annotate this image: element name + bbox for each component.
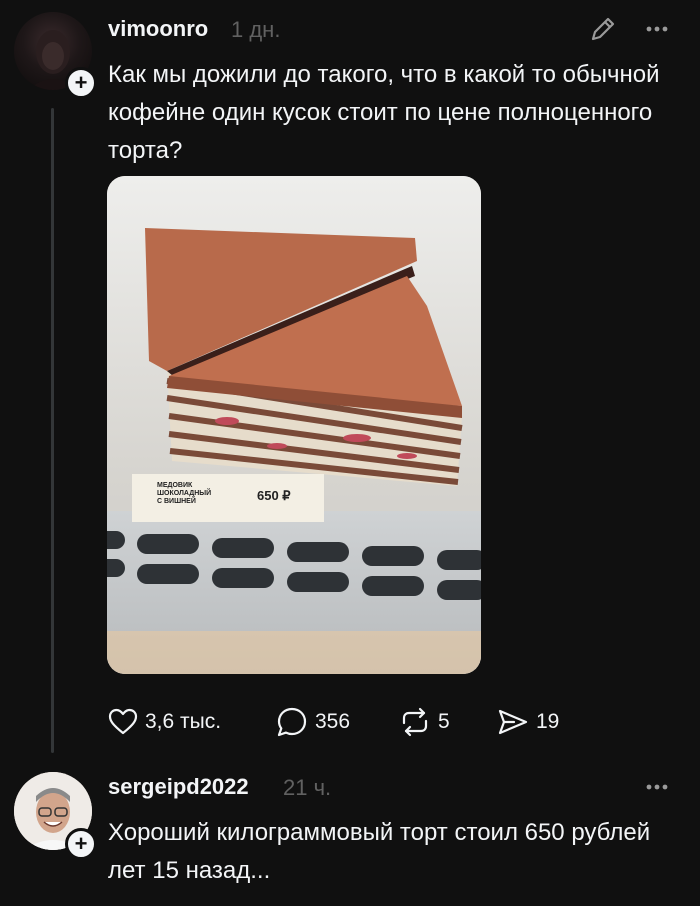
reply-text: Хороший килограммовый торт стоил 650 руб…: [108, 819, 651, 884]
likes-count: 3,6 тыс.: [145, 710, 222, 733]
price-label-line: ШОКОЛАДНЫЙ: [157, 488, 211, 497]
heart-icon: [108, 708, 138, 735]
like-button[interactable]: 3,6 тыс.: [107, 704, 221, 740]
price-label-line: МЕДОВИК: [157, 482, 193, 489]
action-bar: 3,6 тыс. 356 5 19: [0, 704, 700, 740]
comment-icon: [277, 707, 307, 737]
reposts-count: 5: [438, 710, 450, 733]
repost-button[interactable]: 5: [398, 704, 450, 740]
post-username[interactable]: vimoonro: [108, 16, 208, 42]
reply-time: 21 ч.: [283, 775, 332, 800]
edit-icon[interactable]: [588, 14, 618, 49]
price-text: 650 ₽: [257, 488, 291, 503]
replies-count: 356: [315, 710, 351, 733]
post-photo[interactable]: МЕДОВИК ШОКОЛАДНЫЙ С ВИШНЕЙ 650 ₽: [107, 176, 481, 674]
shares-count: 19: [536, 710, 560, 733]
more-icon[interactable]: [642, 772, 672, 807]
reply-button[interactable]: 356: [275, 704, 350, 740]
price-label-line: С ВИШНЕЙ: [157, 496, 196, 505]
share-icon: [498, 709, 528, 735]
follow-plus-icon[interactable]: +: [65, 67, 97, 99]
thread-line: [51, 108, 54, 753]
post-time: 1 дн.: [231, 17, 281, 42]
follow-plus-icon[interactable]: +: [65, 828, 97, 860]
repost-icon: [402, 707, 428, 737]
reply-username[interactable]: sergeipd2022: [108, 774, 249, 800]
more-icon[interactable]: [642, 14, 672, 49]
post-text: Как мы дожили до такого, что в какой то …: [108, 61, 660, 164]
share-button[interactable]: 19: [496, 704, 559, 740]
